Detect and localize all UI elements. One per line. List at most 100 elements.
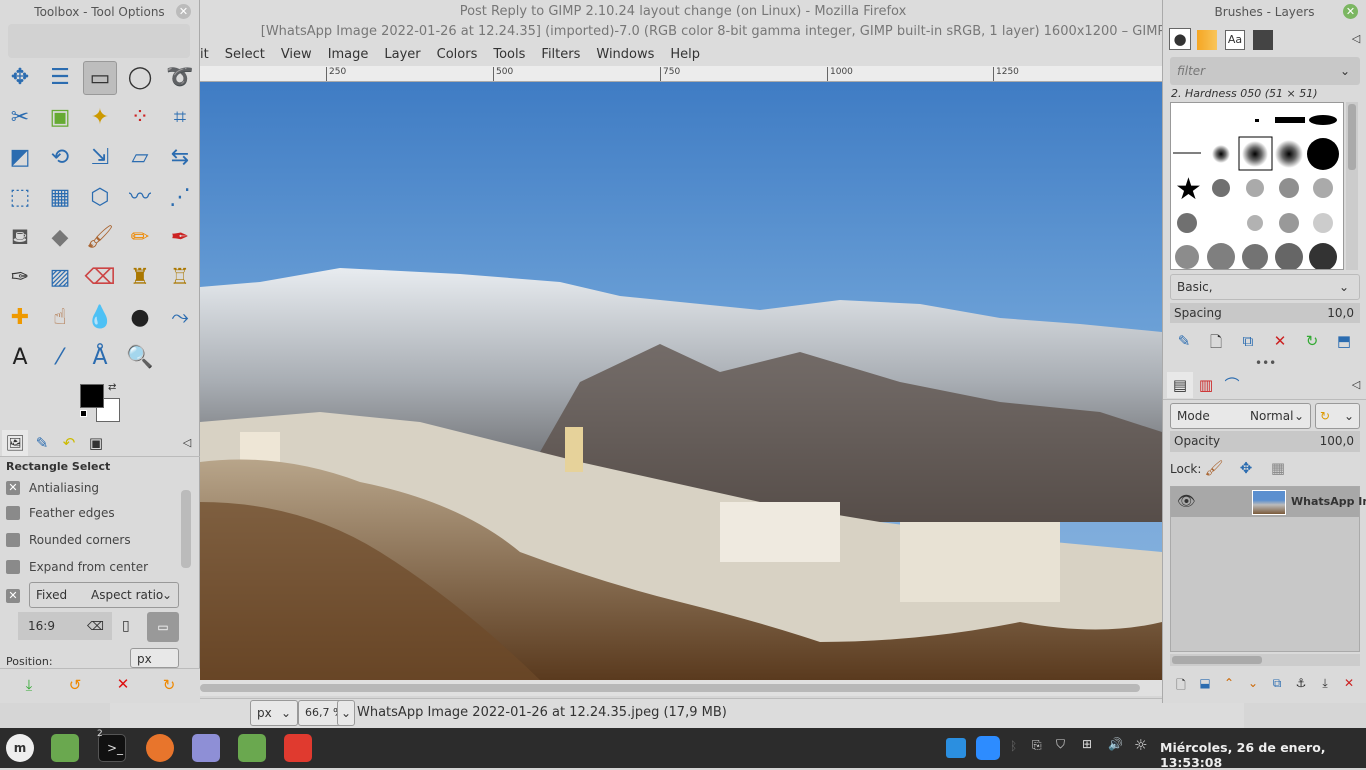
merge-layer-icon[interactable]: ⤓ bbox=[1314, 676, 1336, 691]
tool-paintbrush[interactable]: 🖌 bbox=[83, 221, 117, 255]
close-icon[interactable]: ✕ bbox=[1343, 4, 1358, 19]
lock-alpha-icon[interactable]: ▦ bbox=[1267, 459, 1289, 477]
tool-foreground-select[interactable]: ▣ bbox=[43, 101, 77, 135]
brush-grid[interactable]: ★ bbox=[1170, 102, 1344, 270]
volume-icon[interactable]: 🔊 bbox=[1108, 737, 1123, 751]
tool-3d-transform[interactable]: ▦ bbox=[43, 181, 77, 215]
dock-separator-handle[interactable]: ••• bbox=[1255, 356, 1276, 370]
mode-select[interactable]: Mode Normal ⌄ bbox=[1170, 403, 1311, 429]
panel-menu-button[interactable]: ◁ bbox=[1343, 372, 1366, 398]
tool-free-select[interactable]: ➰ bbox=[163, 61, 197, 95]
tab-images[interactable] bbox=[1253, 30, 1273, 50]
new-group-icon[interactable]: ⬓ bbox=[1194, 676, 1216, 690]
layers-hscrollbar[interactable] bbox=[1170, 654, 1360, 666]
tool-airbrush[interactable]: ✒ bbox=[163, 221, 197, 255]
tab-patterns[interactable] bbox=[1197, 30, 1217, 50]
tool-gradient[interactable]: ◆ bbox=[43, 221, 77, 255]
brush-filter-input[interactable]: filter ⌄ bbox=[1170, 57, 1360, 85]
portrait-icon[interactable]: ▯ bbox=[122, 618, 130, 634]
tool-measure[interactable]: Å bbox=[83, 341, 117, 375]
tool-handle-transform[interactable]: ⋰ bbox=[163, 181, 197, 215]
zoom-dropdown-button[interactable]: ⌄ bbox=[337, 700, 355, 726]
wilber-drop-area[interactable] bbox=[8, 24, 190, 58]
horizontal-scrollbar[interactable] bbox=[200, 680, 1162, 696]
tool-paths[interactable]: ⤳ bbox=[163, 301, 197, 335]
panel-menu-button[interactable]: ◁ bbox=[174, 430, 200, 456]
tab-tool-options[interactable]: 🖼 bbox=[2, 430, 28, 456]
reset-options-icon[interactable]: ↻ bbox=[158, 676, 180, 694]
gimp-launcher[interactable] bbox=[284, 734, 312, 762]
tool-scissors[interactable]: ✂ bbox=[3, 101, 37, 135]
clipboard-icon[interactable]: ⎘ bbox=[1032, 738, 1042, 753]
tool-perspective[interactable]: ⬚ bbox=[3, 181, 37, 215]
save-options-icon[interactable]: ⤓ bbox=[18, 676, 40, 694]
tab-brushes[interactable]: ● bbox=[1169, 28, 1191, 50]
composite-mode-select[interactable]: ↻ ⌄ bbox=[1315, 403, 1360, 429]
default-colors-icon[interactable] bbox=[80, 410, 87, 417]
layer-row[interactable]: 👁 WhatsApp Im bbox=[1171, 487, 1366, 517]
tool-bucket-fill[interactable]: ⛾ bbox=[3, 221, 37, 255]
tab-undo-history[interactable]: ↶ bbox=[56, 430, 82, 456]
anchor-layer-icon[interactable]: ⚓ bbox=[1290, 676, 1312, 690]
raise-layer-icon[interactable]: ⌃ bbox=[1218, 676, 1240, 690]
files-launcher[interactable] bbox=[51, 734, 79, 762]
bluetooth-icon[interactable]: ᛒ bbox=[1010, 739, 1017, 753]
brush-tag-select[interactable]: Basic, ⌄ bbox=[1170, 274, 1360, 300]
text-editor-launcher[interactable] bbox=[192, 734, 220, 762]
scrollbar-thumb[interactable] bbox=[200, 684, 1140, 692]
restore-options-icon[interactable]: ↺ bbox=[64, 676, 86, 694]
dropbox-tray-icon[interactable] bbox=[946, 738, 966, 758]
tool-heal[interactable]: ✚ bbox=[3, 301, 37, 335]
tool-cage[interactable]: ⬡ bbox=[83, 181, 117, 215]
tab-fonts[interactable]: Aa bbox=[1225, 30, 1245, 50]
menu-layer[interactable]: Layer bbox=[376, 44, 428, 66]
tool-blur[interactable]: 💧 bbox=[83, 301, 117, 335]
tool-ellipse-select[interactable]: ◯ bbox=[123, 61, 157, 95]
menu-edit[interactable]: it bbox=[200, 44, 217, 66]
tool-rotate[interactable]: ⟲ bbox=[43, 141, 77, 175]
duplicate-brush-icon[interactable]: ⧉ bbox=[1237, 332, 1259, 350]
tool-scale[interactable]: ⇲ bbox=[83, 141, 117, 175]
menu-colors[interactable]: Colors bbox=[429, 44, 486, 66]
brightness-icon[interactable]: ☼ bbox=[1134, 736, 1147, 754]
delete-options-icon[interactable]: ✕ bbox=[112, 675, 134, 693]
tool-color-select[interactable]: ⁘ bbox=[123, 101, 157, 135]
firefox-launcher[interactable] bbox=[146, 734, 174, 762]
lock-pixels-icon[interactable]: 🖌 bbox=[1203, 459, 1225, 477]
delete-layer-icon[interactable]: ✕ bbox=[1338, 676, 1360, 690]
brush-grid-scrollbar[interactable] bbox=[1346, 102, 1358, 270]
tab-paths[interactable]: ⌒ bbox=[1219, 372, 1245, 398]
folder-launcher[interactable] bbox=[238, 734, 266, 762]
tool-eraser[interactable]: ⌫ bbox=[83, 261, 117, 295]
duplicate-layer-icon[interactable]: ⧉ bbox=[1266, 676, 1288, 691]
spacing-slider[interactable]: Spacing 10,0 bbox=[1170, 303, 1360, 323]
image-canvas[interactable] bbox=[200, 82, 1162, 680]
fixed-checkbox[interactable]: ✕ bbox=[6, 589, 29, 603]
tool-pencil[interactable]: ✏ bbox=[123, 221, 157, 255]
layer-name[interactable]: WhatsApp Im bbox=[1291, 495, 1366, 508]
tool-clone[interactable]: ♜ bbox=[123, 261, 157, 295]
clear-icon[interactable]: ⌫ bbox=[87, 612, 104, 640]
feather-edges-checkbox[interactable]: Feather edges bbox=[6, 506, 115, 520]
landscape-button[interactable]: ▭ bbox=[147, 612, 179, 642]
tool-unified-transform[interactable]: ◩ bbox=[3, 141, 37, 175]
shield-icon[interactable]: ⛉ bbox=[1056, 737, 1065, 752]
tool-flip[interactable]: ⇆ bbox=[163, 141, 197, 175]
menu-filters[interactable]: Filters bbox=[533, 44, 588, 66]
tool-align[interactable]: ☰ bbox=[43, 61, 77, 95]
tool-fuzzy-select[interactable]: ✦ bbox=[83, 101, 117, 135]
tab-device-status[interactable]: ✎ bbox=[29, 430, 55, 456]
tab-layers[interactable]: ▤ bbox=[1167, 372, 1193, 398]
tab-images[interactable]: ▣ bbox=[83, 430, 109, 456]
tool-rect-select[interactable]: ▭ bbox=[83, 61, 117, 95]
tool-perspective-clone[interactable]: ♖ bbox=[163, 261, 197, 295]
horizontal-ruler[interactable]: 250 500 750 1000 1250 bbox=[200, 66, 1162, 82]
edit-brush-icon[interactable]: ✎ bbox=[1173, 332, 1195, 350]
tool-smudge[interactable]: ☝ bbox=[43, 301, 77, 335]
refresh-brushes-icon[interactable]: ↻ bbox=[1301, 332, 1323, 350]
swap-colors-icon[interactable]: ⇄ bbox=[108, 382, 116, 393]
rounded-corners-checkbox[interactable]: Rounded corners bbox=[6, 533, 131, 547]
new-layer-icon[interactable]: 🗋 bbox=[1170, 676, 1192, 697]
open-brush-icon[interactable]: ⬒ bbox=[1333, 332, 1355, 350]
menu-select[interactable]: Select bbox=[217, 44, 273, 66]
